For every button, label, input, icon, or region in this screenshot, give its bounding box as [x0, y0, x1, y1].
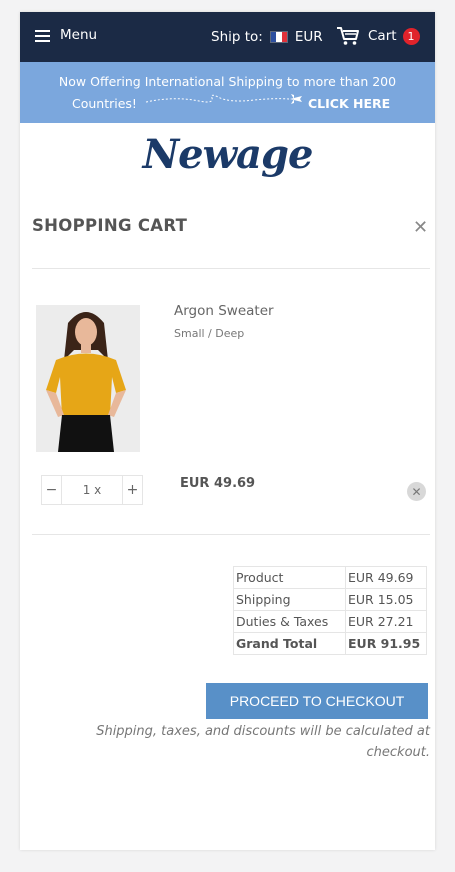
airplane-path-icon [145, 94, 302, 104]
checkout-note: Shipping, taxes, and discounts will be c… [96, 724, 430, 760]
cart-button[interactable]: Cart 1 [336, 26, 420, 46]
hamburger-icon [35, 29, 50, 42]
cart-count-badge: 1 [402, 27, 420, 45]
decrease-quantity-button[interactable]: − [42, 476, 61, 504]
totals-label: Shipping [233, 588, 346, 611]
cart-label: Cart [368, 28, 397, 44]
totals-label: Duties & Taxes [233, 610, 346, 633]
totals-row-grand-total: Grand Total EUR 91.95 [233, 632, 427, 655]
product-image[interactable] [36, 305, 140, 452]
page-frame: Menu Ship to: EUR Cart 1 Now Offering In… [20, 12, 435, 850]
click-here-link[interactable]: CLICK HERE [308, 96, 390, 111]
totals-row-duties: Duties & Taxes EUR 27.21 [233, 610, 427, 633]
top-bar: Menu Ship to: EUR Cart 1 [20, 12, 435, 62]
currency-label: EUR [294, 29, 323, 45]
totals-value: EUR 91.95 [345, 632, 427, 655]
ship-to-selector[interactable]: Ship to: EUR [211, 29, 323, 45]
order-totals-table: Product EUR 49.69 Shipping EUR 15.05 Dut… [233, 566, 427, 655]
product-photo [36, 305, 140, 452]
quantity-stepper: − 1 x + [41, 475, 143, 505]
france-flag-icon [270, 32, 287, 42]
remove-item-icon[interactable]: ✕ [407, 482, 426, 501]
cart-title: SHOPPING CART [32, 216, 188, 235]
brand-logo[interactable]: Newage [20, 131, 435, 191]
promo-line-2: Countries! [72, 96, 137, 111]
proceed-to-checkout-button[interactable]: PROCEED TO CHECKOUT [206, 683, 428, 719]
ship-to-label: Ship to: [211, 29, 263, 45]
item-price: EUR 49.69 [180, 476, 256, 491]
shopping-cart-icon [337, 27, 359, 45]
totals-row-product: Product EUR 49.69 [233, 566, 427, 589]
totals-value: EUR 15.05 [345, 588, 427, 611]
menu-button[interactable]: Menu [35, 27, 97, 43]
promo-banner: Now Offering International Shipping to m… [20, 62, 435, 123]
totals-label: Product [233, 566, 346, 589]
divider [32, 268, 430, 269]
totals-label: Grand Total [233, 632, 346, 655]
promo-line-1: Now Offering International Shipping to m… [58, 74, 397, 89]
totals-value: EUR 49.69 [345, 566, 427, 589]
totals-value: EUR 27.21 [345, 610, 427, 633]
menu-label: Menu [60, 27, 98, 43]
divider [32, 534, 430, 535]
quantity-input[interactable]: 1 x [61, 476, 123, 504]
totals-row-shipping: Shipping EUR 15.05 [233, 588, 427, 611]
close-icon[interactable]: ✕ [413, 217, 428, 238]
increase-quantity-button[interactable]: + [123, 476, 142, 504]
product-name[interactable]: Argon Sweater [174, 303, 274, 319]
product-variant: Small / Deep [174, 327, 245, 340]
